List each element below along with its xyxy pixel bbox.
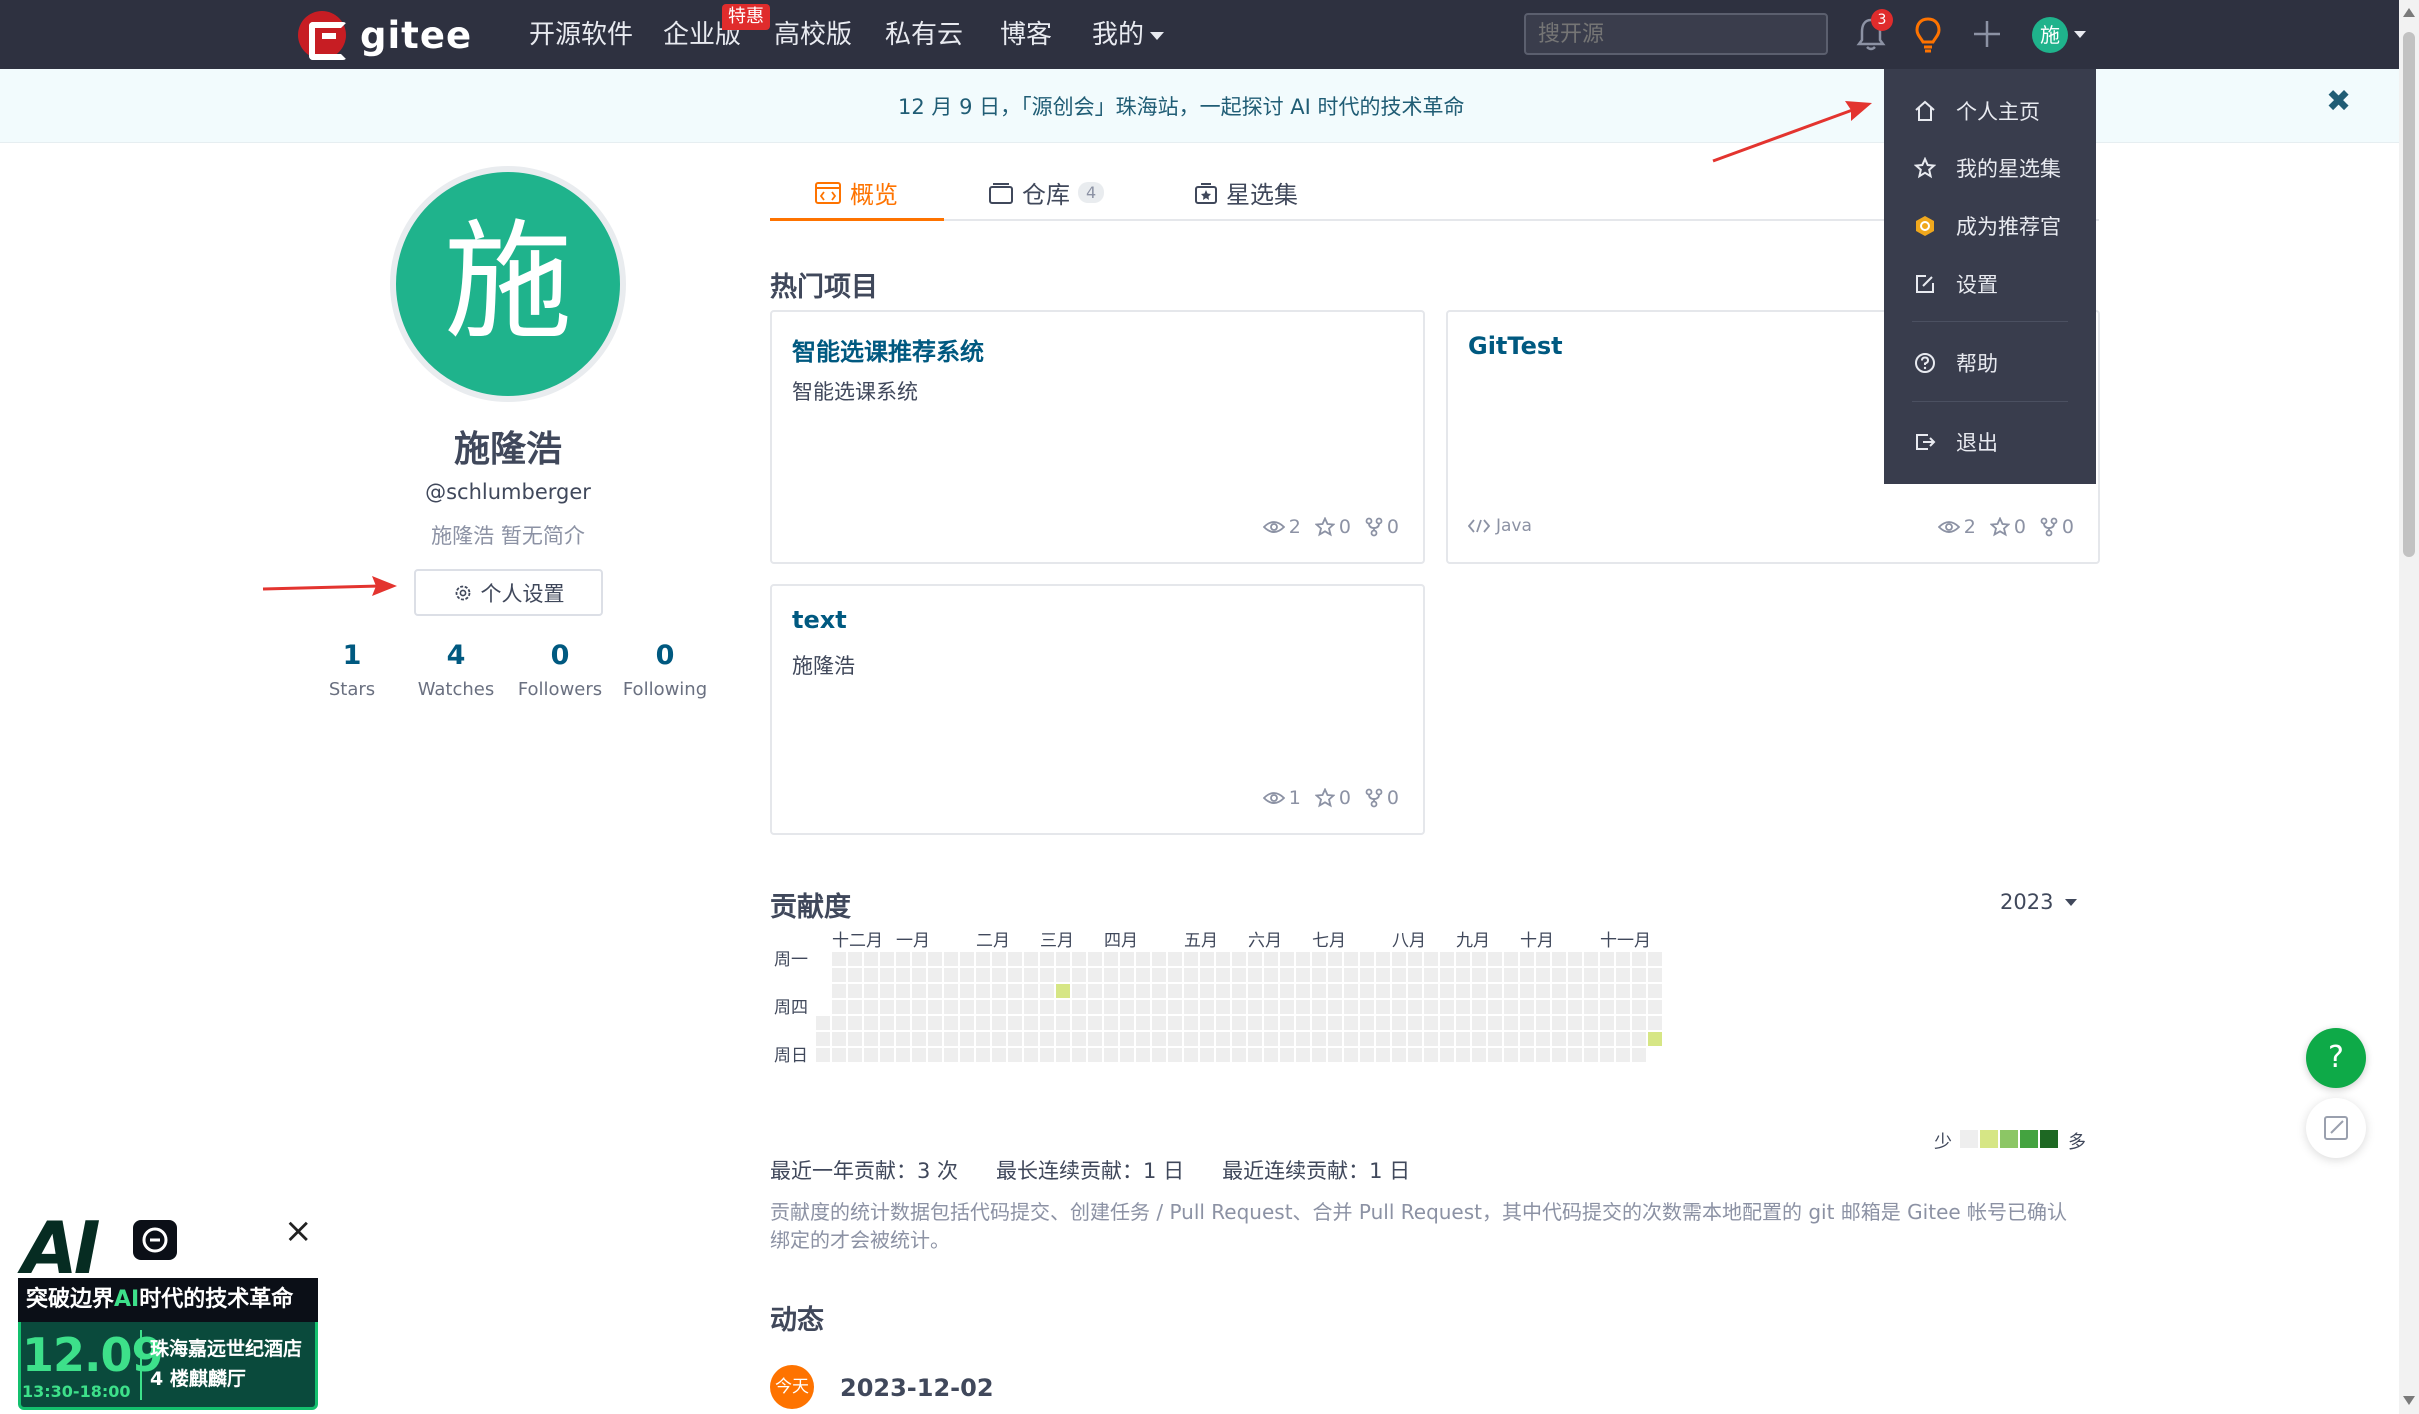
ad-time: 13:30-18:00 [22,1382,131,1401]
ad-headline-post: 时代的技术革命 [139,1287,294,1312]
ad-venue-line1: 珠海嘉远世纪酒店 [150,1338,303,1360]
close-icon[interactable]: × [284,1214,313,1248]
ad-headline: 突破边界AI时代的技术革命 [18,1278,318,1322]
oschina-logo-icon [133,1220,177,1260]
scrollbar-thumb[interactable] [2403,32,2415,557]
ad-headline-ai: AI [114,1287,140,1312]
feedback-edit-icon [2324,1116,2348,1140]
ad-venue-line2: 4 楼麒麟厅 [150,1368,246,1390]
arrow-to-settings-button [262,576,397,596]
page: gitee 开源软件 企业版 特惠 高校版 私有云 博客 我的 3 施 12 月… [0,0,2419,1414]
arrow-to-homepage-menu [1712,101,1872,163]
ad-headline-pre: 突破边界 [26,1287,115,1312]
scroll-up-arrow-icon[interactable] [2403,8,2415,17]
ad-venue: 珠海嘉远世纪酒店 4 楼麒麟厅 [150,1334,302,1394]
help-button[interactable]: ? [2306,1028,2366,1088]
annotation-arrows [262,101,1872,596]
ad-divider [140,1330,142,1400]
feedback-button[interactable] [2306,1098,2366,1158]
ad-ai-logo-text: AI [22,1206,100,1290]
scroll-down-arrow-icon[interactable] [2403,1396,2415,1405]
